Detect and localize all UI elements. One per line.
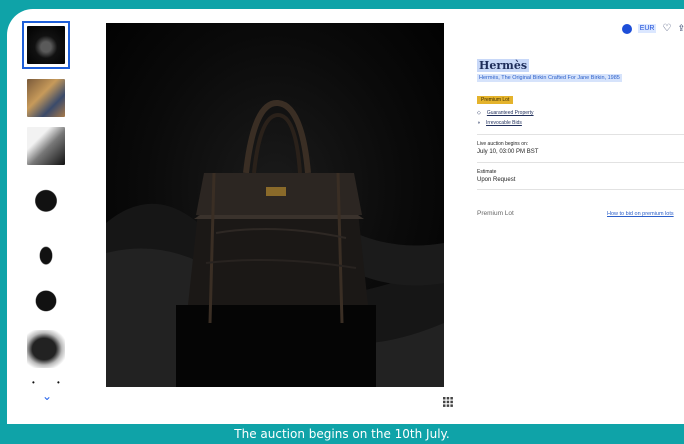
- auction-label: Live auction begins on:: [477, 141, 529, 147]
- premium-lot-label: Premium Lot: [477, 210, 514, 217]
- irrevocable-bids-link[interactable]: ◑ Irrevocable Bids: [477, 120, 522, 126]
- chevron-down-icon[interactable]: ⌄: [42, 389, 52, 403]
- divider: [477, 189, 684, 190]
- estimate-label: Estimate: [477, 169, 497, 175]
- irrevocable-bids-label: Irrevocable Bids: [486, 120, 522, 126]
- carousel-dots: • •: [32, 378, 70, 387]
- premium-lot-badge: Premium Lot: [477, 96, 514, 104]
- lot-subtitle: Hermès, The Original Birkin Crafted For …: [477, 74, 622, 82]
- lot-details-panel: EUR ♡ ⇪ Hermès Hermès, The Original Birk…: [477, 9, 684, 424]
- birkin-bag-image: [106, 100, 444, 387]
- share-icon[interactable]: ⇪: [677, 23, 684, 34]
- thumbnail-3[interactable]: [25, 125, 67, 167]
- diamond-icon: ◇: [477, 110, 481, 116]
- currency-selector[interactable]: EUR: [637, 24, 657, 33]
- thumbnail-7[interactable]: [25, 328, 67, 370]
- estimate-value: Upon Request: [477, 177, 516, 183]
- half-circle-icon: ◑: [477, 120, 481, 126]
- heart-icon[interactable]: ♡: [662, 23, 671, 34]
- auction-date: July 10, 03:00 PM BST: [477, 149, 539, 155]
- premium-bid-link[interactable]: How to bid on premium lots: [607, 211, 674, 217]
- currency-flag-icon[interactable]: [621, 23, 632, 34]
- thumbnail-5[interactable]: [25, 227, 67, 269]
- guaranteed-property-label: Guaranteed Property: [486, 110, 534, 116]
- divider: [477, 162, 684, 163]
- lot-title: Hermès: [477, 59, 530, 72]
- auction-page: • • ⌄ EUR ♡ ⇪ Hermès Hermès, The Origina…: [7, 9, 684, 424]
- divider: [477, 134, 684, 135]
- thumbnail-4[interactable]: [25, 176, 67, 218]
- thumbnail-1[interactable]: [22, 21, 70, 69]
- thumbnail-2[interactable]: [25, 77, 67, 119]
- main-product-image: [106, 23, 444, 387]
- caption: The auction begins on the 10th July.: [234, 427, 450, 441]
- thumbnail-6[interactable]: [25, 278, 67, 320]
- guaranteed-property-link[interactable]: ◇ Guaranteed Property: [477, 110, 534, 116]
- grid-view-icon[interactable]: [443, 397, 453, 407]
- toolbar: EUR ♡ ⇪: [621, 23, 684, 34]
